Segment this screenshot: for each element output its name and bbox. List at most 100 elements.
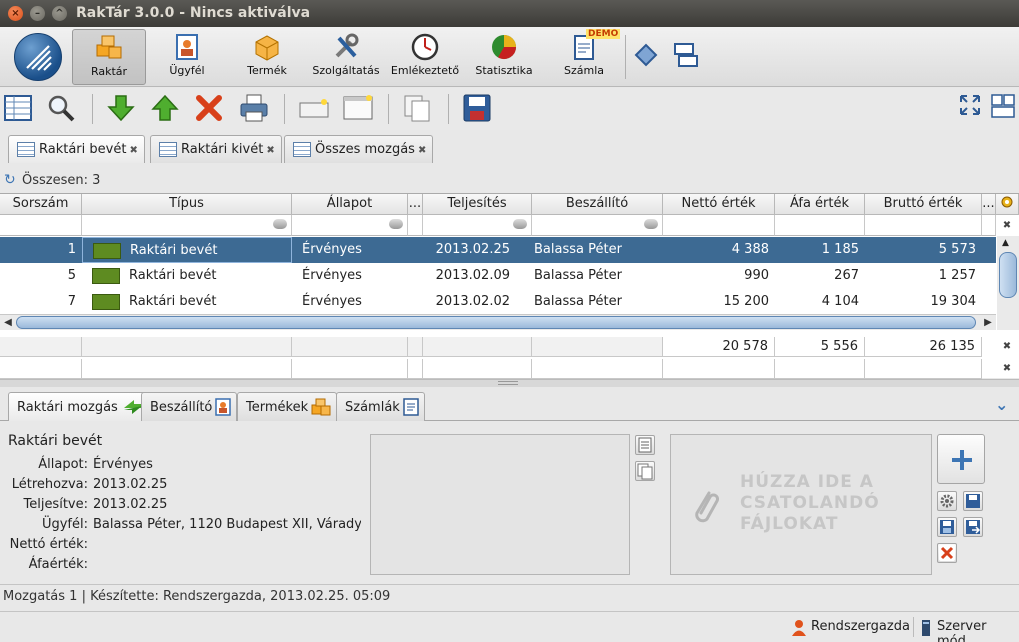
column-header-afa[interactable]: Áfa érték (775, 194, 865, 215)
vertical-scrollbar[interactable]: ▲ (997, 236, 1019, 330)
sum-cell (0, 359, 82, 379)
filter-cell[interactable] (82, 215, 292, 236)
filter-cell[interactable] (0, 215, 82, 236)
window-maximize-button[interactable]: ^ (52, 6, 67, 21)
notes-copy-button[interactable] (635, 461, 655, 481)
close-tab-icon[interactable]: ✖ (266, 145, 274, 156)
refresh-icon[interactable]: ↻ (4, 172, 16, 188)
attachment-open-button[interactable] (963, 491, 983, 511)
filter-cell[interactable] (775, 215, 865, 236)
filter-cell[interactable] (532, 215, 663, 236)
table-row[interactable]: 5 Raktári bevét Érvényes 2013.02.09 Bala… (0, 263, 996, 289)
scroll-up-icon[interactable]: ▲ (1002, 238, 1009, 248)
filter-cell[interactable] (292, 215, 408, 236)
filter-cell[interactable] (408, 215, 423, 236)
column-header-brutto[interactable]: Bruttó érték (865, 194, 982, 215)
notes-area[interactable] (370, 434, 630, 575)
collapse-panel-icon[interactable]: ⌄ (995, 395, 1008, 414)
add-attachment-button[interactable] (937, 434, 985, 484)
search-button[interactable] (46, 93, 78, 125)
table-row[interactable]: 1 Raktári bevét Érvényes 2013.02.25 Bala… (0, 237, 996, 263)
window-minimize-button[interactable]: – (30, 6, 45, 21)
close-tab-icon[interactable]: ✖ (129, 145, 137, 156)
grid-view-button[interactable] (3, 93, 35, 125)
attachment-drop-zone[interactable]: HÚZZA IDE A CSATOLANDÓ FÁJLOKAT (670, 434, 932, 575)
attachment-export-button[interactable] (963, 517, 983, 537)
clear-filter-icon[interactable]: ✖ (999, 218, 1015, 234)
fullscreen-button[interactable] (958, 93, 990, 125)
grid-icon (293, 142, 311, 157)
attachment-save-button[interactable] (937, 517, 957, 537)
issue-button[interactable] (150, 93, 182, 125)
module-emlekezteto[interactable]: Emlékeztető (388, 29, 462, 85)
column-header-beszallito[interactable]: Beszállító (532, 194, 663, 215)
scroll-right-icon[interactable]: ▶ (981, 315, 995, 331)
tab-label: Raktári bevét (39, 142, 127, 157)
tab-raktari-kivet[interactable]: Raktári kivét ✖ (150, 135, 282, 163)
horizontal-scroll-thumb[interactable] (16, 316, 976, 329)
tag-button[interactable] (632, 41, 664, 73)
windows-icon (674, 43, 698, 67)
tab-osszes-mozgas[interactable]: Összes mozgás ✖ (284, 135, 434, 163)
copy-button[interactable] (402, 93, 434, 125)
horizontal-scrollbar[interactable]: ◀ ▶ (0, 314, 996, 330)
attachment-settings-button[interactable] (937, 491, 957, 511)
filter-cell[interactable] (865, 215, 982, 236)
filter-icon[interactable] (389, 219, 403, 229)
splitter-grip[interactable] (498, 381, 518, 385)
new-document-button[interactable] (298, 93, 330, 125)
close-tab-icon[interactable]: ✖ (418, 145, 426, 156)
filter-icon[interactable] (644, 219, 658, 229)
module-statisztika[interactable]: Statisztika (470, 29, 538, 85)
column-header-netto[interactable]: Nettó érték (663, 194, 775, 215)
column-header-tipus[interactable]: Típus (82, 194, 292, 215)
delete-button[interactable] (194, 93, 226, 125)
client-card-icon (176, 34, 198, 60)
toolbar-separator (625, 35, 626, 79)
column-header-allapot[interactable]: Állapot (292, 194, 408, 215)
column-header-sorszam[interactable]: Sorszám (0, 194, 82, 215)
expand-icon (960, 95, 980, 115)
column-header-more[interactable]: ... (982, 194, 996, 215)
vertical-scroll-thumb[interactable] (999, 252, 1017, 298)
scroll-left-icon[interactable]: ◀ (1, 315, 15, 331)
tab-raktari-mozgas[interactable]: Raktári mozgás (8, 392, 149, 421)
filter-cell[interactable] (663, 215, 775, 236)
new-window-button[interactable] (342, 93, 374, 125)
attachment-delete-button[interactable] (937, 543, 957, 563)
filter-cell[interactable] (423, 215, 532, 236)
column-header-teljesites[interactable]: Teljesítés (423, 194, 532, 215)
table-row[interactable]: 7 Raktári bevét Érvényes 2013.02.02 Bala… (0, 289, 996, 315)
receive-button[interactable] (106, 93, 138, 125)
print-button[interactable] (238, 93, 270, 125)
window-close-button[interactable]: × (8, 6, 23, 21)
cell-beszallito: Balassa Péter (534, 268, 622, 283)
server-mode[interactable]: Szerver mód (937, 619, 1019, 642)
filter-icon[interactable] (513, 219, 527, 229)
column-chooser-button[interactable] (996, 194, 1019, 215)
filter-cell[interactable] (982, 215, 996, 236)
windows-button[interactable] (672, 41, 704, 73)
current-user[interactable]: Rendszergazda (811, 619, 910, 634)
module-termek[interactable]: Termék (232, 29, 302, 85)
save-button[interactable] (462, 93, 494, 125)
clear-sum-icon[interactable]: ✖ (999, 339, 1015, 355)
column-header-hidden[interactable]: ... (408, 194, 423, 215)
pie-chart-icon (492, 35, 516, 60)
module-raktar[interactable]: Raktár (72, 29, 146, 85)
tab-beszallito[interactable]: Beszállító (141, 392, 238, 421)
module-szolgaltatas[interactable]: Szolgáltatás (308, 29, 384, 85)
panel-splitter[interactable] (0, 379, 1019, 387)
clear-sum-filter-icon[interactable]: ✖ (999, 361, 1015, 377)
app-logo[interactable] (14, 33, 62, 81)
module-ugyfel[interactable]: Ügyfél (152, 29, 222, 85)
tab-szamlak[interactable]: Számlák (336, 392, 425, 421)
sum-cell (532, 337, 663, 357)
filter-icon[interactable] (273, 219, 287, 229)
tab-raktari-bevet[interactable]: Raktári bevét ✖ (8, 135, 145, 163)
layout-button[interactable] (990, 93, 1019, 125)
supplier-card-icon (215, 398, 232, 416)
tab-termekek[interactable]: Termékek (237, 392, 338, 421)
notes-list-button[interactable] (635, 435, 655, 455)
module-szamla[interactable]: Számla DEMO (548, 29, 621, 85)
